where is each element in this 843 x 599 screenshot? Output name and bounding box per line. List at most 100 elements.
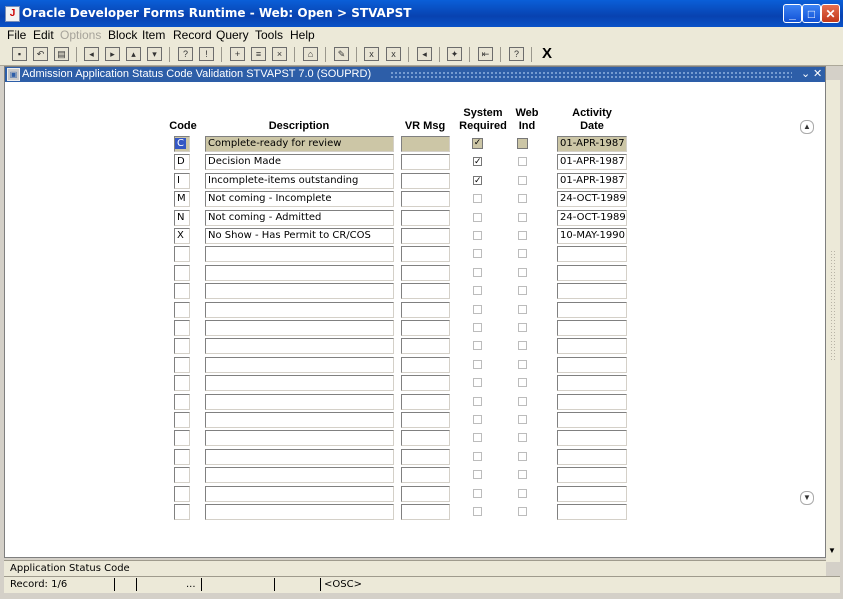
description-field[interactable] (205, 467, 394, 483)
code-field[interactable] (174, 486, 190, 502)
activity-date-field[interactable]: 24-OCT-1989 (557, 191, 627, 207)
previous-block-icon[interactable]: ◂ (84, 47, 99, 61)
web-ind-checkbox[interactable] (518, 268, 527, 277)
scroll-grip[interactable] (830, 250, 836, 360)
vr-msg-field[interactable] (401, 504, 450, 520)
vr-msg-field[interactable] (401, 191, 450, 207)
description-field[interactable]: Not coming - Incomplete (205, 191, 394, 207)
menu-help[interactable]: Help (290, 28, 315, 42)
description-field[interactable]: No Show - Has Permit to CR/COS (205, 228, 394, 244)
vr-msg-field[interactable] (401, 320, 450, 336)
vr-msg-field[interactable] (401, 338, 450, 354)
vr-msg-field[interactable] (401, 412, 450, 428)
code-field[interactable]: X (174, 228, 190, 244)
description-field[interactable]: Incomplete-items outstanding (205, 173, 394, 189)
description-field[interactable] (205, 486, 394, 502)
delete-record-icon[interactable]: × (272, 47, 287, 61)
system-required-checkbox[interactable] (473, 213, 482, 222)
code-field[interactable]: N (174, 210, 190, 226)
system-required-checkbox[interactable] (473, 323, 482, 332)
code-field[interactable] (174, 375, 190, 391)
system-required-checkbox[interactable] (473, 360, 482, 369)
activity-date-field[interactable] (557, 283, 627, 299)
description-field[interactable] (205, 357, 394, 373)
description-field[interactable] (205, 394, 394, 410)
web-ind-checkbox[interactable] (518, 378, 527, 387)
activity-date-field[interactable]: 01-APR-1987 (557, 154, 627, 170)
description-field[interactable] (205, 504, 394, 520)
activity-date-field[interactable]: 10-MAY-1990 (557, 228, 627, 244)
vr-msg-field[interactable] (401, 302, 450, 318)
previous-record-icon[interactable]: ▴ (126, 47, 141, 61)
help-icon[interactable]: ? (509, 47, 524, 61)
web-ind-checkbox[interactable] (518, 305, 527, 314)
system-required-checkbox[interactable] (473, 249, 482, 258)
vr-msg-field[interactable] (401, 154, 450, 170)
web-ind-checkbox[interactable] (518, 341, 527, 350)
activity-date-field[interactable] (557, 412, 627, 428)
activity-date-field[interactable] (557, 246, 627, 262)
system-required-checkbox[interactable] (473, 397, 482, 406)
description-field[interactable] (205, 430, 394, 446)
code-field[interactable] (174, 320, 190, 336)
activity-date-field[interactable] (557, 486, 627, 502)
web-ind-checkbox[interactable] (518, 433, 527, 442)
web-ind-checkbox[interactable] (518, 507, 527, 516)
code-field[interactable]: D (174, 154, 190, 170)
activity-date-field[interactable] (557, 302, 627, 318)
next-record-icon[interactable]: ▾ (147, 47, 162, 61)
code-field[interactable] (174, 357, 190, 373)
insert-record-icon[interactable]: + (230, 47, 245, 61)
system-required-checkbox[interactable]: ✓ (473, 157, 482, 166)
activity-date-field[interactable] (557, 504, 627, 520)
vr-msg-field[interactable] (401, 136, 450, 152)
system-required-checkbox[interactable] (473, 433, 482, 442)
vr-msg-field[interactable] (401, 283, 450, 299)
activity-date-field[interactable]: 01-APR-1987 (557, 173, 627, 189)
web-ind-checkbox[interactable] (518, 360, 527, 369)
web-ind-checkbox[interactable] (518, 470, 527, 479)
vr-msg-field[interactable] (401, 210, 450, 226)
close-frame-icon[interactable]: ✕ (813, 67, 822, 80)
system-required-checkbox[interactable] (473, 268, 482, 277)
enter-query-icon[interactable]: ? (178, 47, 193, 61)
count-icon[interactable]: x (364, 47, 379, 61)
code-field[interactable] (174, 504, 190, 520)
web-ind-checkbox[interactable] (517, 138, 528, 149)
activity-date-field[interactable]: 01-APR-1987 (557, 136, 627, 152)
system-required-checkbox[interactable] (473, 452, 482, 461)
system-required-checkbox[interactable]: ✓ (472, 138, 483, 149)
menu-block[interactable]: Block (108, 28, 137, 42)
scroll-down-icon[interactable]: ▼ (800, 491, 814, 505)
menu-query[interactable]: Query (216, 28, 249, 42)
description-field[interactable]: Not coming - Admitted (205, 210, 394, 226)
description-field[interactable] (205, 265, 394, 281)
vr-msg-field[interactable] (401, 375, 450, 391)
exit-icon[interactable]: ⇤ (478, 47, 493, 61)
code-field[interactable]: I (174, 173, 190, 189)
description-field[interactable]: Decision Made (205, 154, 394, 170)
code-field[interactable] (174, 467, 190, 483)
web-ind-checkbox[interactable] (518, 213, 527, 222)
activity-date-field[interactable] (557, 449, 627, 465)
code-field[interactable] (174, 430, 190, 446)
description-field[interactable] (205, 283, 394, 299)
web-ind-checkbox[interactable] (518, 249, 527, 258)
code-field[interactable] (174, 246, 190, 262)
system-required-checkbox[interactable] (473, 378, 482, 387)
description-field[interactable] (205, 320, 394, 336)
code-field[interactable] (174, 302, 190, 318)
activity-date-field[interactable]: 24-OCT-1989 (557, 210, 627, 226)
system-required-checkbox[interactable] (473, 470, 482, 479)
code-field[interactable] (174, 283, 190, 299)
code-field[interactable] (174, 265, 190, 281)
description-field[interactable] (205, 449, 394, 465)
remove-record-icon[interactable]: ≡ (251, 47, 266, 61)
code-field[interactable] (174, 338, 190, 354)
vr-msg-field[interactable] (401, 394, 450, 410)
print-icon[interactable]: ▤ (54, 47, 69, 61)
system-required-checkbox[interactable] (473, 341, 482, 350)
web-ind-checkbox[interactable] (518, 194, 527, 203)
vr-msg-field[interactable] (401, 357, 450, 373)
code-field[interactable]: M (174, 191, 190, 207)
